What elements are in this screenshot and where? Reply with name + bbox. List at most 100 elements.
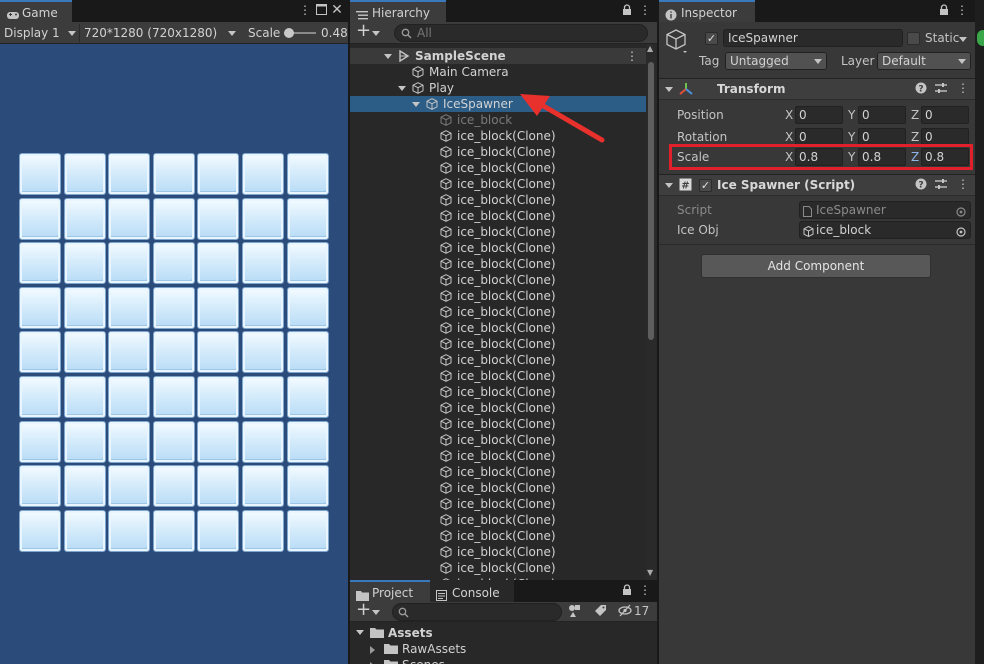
help-icon[interactable]: ?: [915, 178, 927, 193]
iceobj-field[interactable]: ice_block: [799, 221, 971, 239]
hierarchy-item-label: ice_block(Clone): [457, 529, 556, 543]
hierarchy-item[interactable]: ice_block(Clone): [350, 160, 646, 176]
transform-header[interactable]: Transform ? ⋮: [659, 78, 975, 100]
tab-hierarchy[interactable]: Hierarchy: [350, 0, 446, 22]
lock-icon[interactable]: [620, 2, 634, 18]
hierarchy-item[interactable]: ice_block(Clone): [350, 192, 646, 208]
hierarchy-scrollbar[interactable]: ▲ ▼: [646, 44, 656, 580]
game-viewport[interactable]: [0, 44, 348, 664]
project-folder-item[interactable]: Assets: [350, 625, 646, 641]
hierarchy-item[interactable]: ice_block(Clone): [350, 528, 646, 544]
scrollbar-thumb[interactable]: [648, 62, 654, 340]
project-search-input[interactable]: [392, 603, 562, 621]
hierarchy-item[interactable]: ice_block(Clone): [350, 480, 646, 496]
more-options-icon[interactable]: ⋮: [298, 2, 312, 18]
tab-console[interactable]: Console: [430, 580, 514, 602]
hidden-packages-icon[interactable]: [618, 604, 633, 620]
more-options-icon[interactable]: ⋮: [957, 81, 969, 95]
hierarchy-item[interactable]: ice_block(Clone): [350, 400, 646, 416]
hierarchy-item[interactable]: ice_block(Clone): [350, 304, 646, 320]
project-folder-item[interactable]: Scenes: [350, 657, 646, 664]
more-options-icon[interactable]: ⋮: [638, 2, 652, 18]
add-button[interactable]: +: [356, 20, 371, 41]
hierarchy-item[interactable]: ice_block(Clone): [350, 496, 646, 512]
script-field: IceSpawner: [799, 201, 971, 219]
scene-row[interactable]: ⋮ SampleScene: [350, 48, 646, 64]
hierarchy-item[interactable]: ice_block(Clone): [350, 320, 646, 336]
hierarchy-item[interactable]: ice_block(Clone): [350, 368, 646, 384]
scale-slider[interactable]: [284, 28, 316, 38]
search-input[interactable]: All: [394, 24, 648, 42]
more-options-icon[interactable]: ⋮: [955, 2, 969, 18]
scale-slider-thumb[interactable]: [284, 28, 294, 38]
hierarchy-item[interactable]: Main Camera: [350, 64, 646, 80]
project-folder-item[interactable]: RawAssets: [350, 641, 646, 657]
scroll-down-icon[interactable]: ▼: [647, 568, 653, 577]
resolution-dropdown[interactable]: 720*1280 (720x1280): [84, 24, 238, 42]
hierarchy-item[interactable]: ice_block(Clone): [350, 240, 646, 256]
foldout-arrow-icon[interactable]: [384, 54, 392, 59]
annotation-arrow-shaft: [537, 101, 605, 143]
chevron-down-icon[interactable]: [959, 37, 967, 42]
filter-by-type-icon[interactable]: [568, 604, 582, 621]
more-options-icon[interactable]: ⋮: [638, 582, 652, 598]
help-icon[interactable]: ?: [915, 82, 927, 97]
chevron-down-icon[interactable]: [372, 610, 380, 615]
hierarchy-item[interactable]: ice_block(Clone): [350, 256, 646, 272]
component-enabled-checkbox[interactable]: ✓: [699, 179, 712, 192]
foldout-arrow-icon[interactable]: [412, 102, 420, 107]
position-x-field[interactable]: 0: [795, 106, 843, 124]
tab-console-label: Console: [452, 586, 500, 600]
foldout-arrow-icon[interactable]: [665, 87, 673, 92]
hierarchy-item[interactable]: ice_block(Clone): [350, 336, 646, 352]
hierarchy-item[interactable]: ice_block(Clone): [350, 560, 646, 576]
display-dropdown[interactable]: Display 1: [4, 24, 76, 42]
hierarchy-item[interactable]: ice_block(Clone): [350, 208, 646, 224]
more-options-icon[interactable]: ⋮: [626, 48, 638, 64]
hierarchy-item[interactable]: ice_block(Clone): [350, 224, 646, 240]
position-z-field[interactable]: 0: [921, 106, 969, 124]
preset-icon[interactable]: [935, 82, 947, 97]
foldout-arrow-icon[interactable]: [370, 646, 375, 654]
static-checkbox[interactable]: [907, 32, 920, 45]
maximize-icon[interactable]: [314, 2, 328, 18]
hierarchy-item[interactable]: ice_block(Clone): [350, 464, 646, 480]
foldout-arrow-icon[interactable]: [356, 630, 364, 635]
hierarchy-item[interactable]: ice_block(Clone): [350, 432, 646, 448]
chevron-down-icon[interactable]: [372, 31, 380, 36]
tag-icon[interactable]: [594, 604, 607, 620]
lock-icon[interactable]: [937, 2, 951, 18]
layer-value: Default: [882, 54, 926, 68]
hierarchy-item[interactable]: ice_block(Clone): [350, 512, 646, 528]
lock-icon[interactable]: [620, 582, 634, 598]
foldout-arrow-icon[interactable]: [398, 86, 406, 91]
hierarchy-item[interactable]: ice_block(Clone): [350, 416, 646, 432]
hierarchy-item[interactable]: ice_block(Clone): [350, 544, 646, 560]
hierarchy-item[interactable]: ice_block(Clone): [350, 448, 646, 464]
hierarchy-item[interactable]: ice_block(Clone): [350, 288, 646, 304]
more-options-icon[interactable]: ⋮: [957, 177, 969, 191]
ice-block-tile: [242, 197, 284, 240]
inspector-tabbar: Inspector ⋮: [659, 0, 975, 22]
position-y-field[interactable]: 0: [858, 106, 906, 124]
foldout-arrow-icon[interactable]: [665, 183, 673, 188]
scroll-up-icon[interactable]: ▲: [647, 44, 653, 53]
hierarchy-item[interactable]: ice_block(Clone): [350, 272, 646, 288]
hierarchy-item[interactable]: ice_block(Clone): [350, 352, 646, 368]
object-picker-icon[interactable]: [956, 225, 966, 241]
close-icon[interactable]: ✕: [330, 2, 344, 18]
script-component-header[interactable]: # ✓ Ice Spawner (Script) ? ⋮: [659, 174, 975, 196]
layer-dropdown[interactable]: Default: [877, 52, 971, 70]
hierarchy-item[interactable]: ice_block(Clone): [350, 176, 646, 192]
tab-inspector[interactable]: Inspector: [659, 0, 755, 22]
iceobj-value: ice_block: [816, 223, 872, 237]
hierarchy-item[interactable]: ice_block(Clone): [350, 384, 646, 400]
add-asset-button[interactable]: +: [356, 599, 371, 620]
tab-game[interactable]: Game: [0, 0, 72, 22]
tag-dropdown[interactable]: Untagged: [725, 52, 827, 70]
object-name-field[interactable]: IceSpawner: [723, 29, 903, 47]
add-component-button[interactable]: Add Component: [701, 254, 931, 278]
active-checkbox[interactable]: ✓: [705, 32, 718, 45]
preset-icon[interactable]: [935, 178, 947, 193]
ice-block-tile: [197, 509, 240, 552]
